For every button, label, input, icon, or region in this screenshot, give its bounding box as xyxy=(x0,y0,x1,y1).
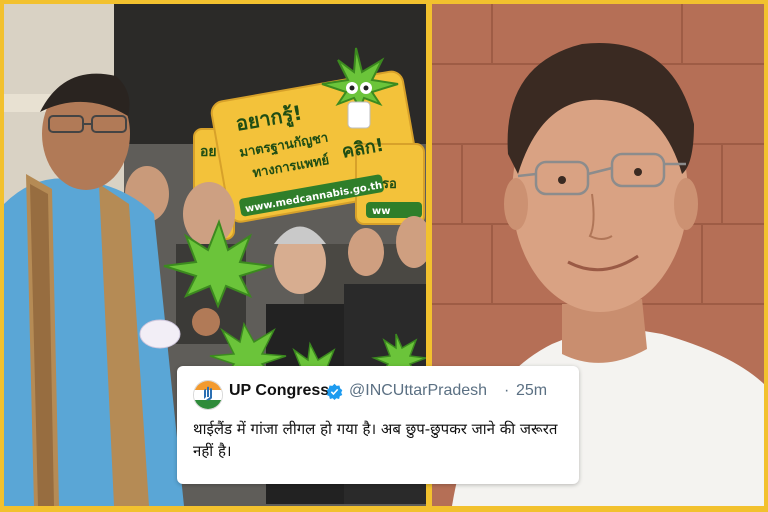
sign-fragment-right: รอ xyxy=(382,177,397,192)
tweet-timestamp[interactable]: 25m xyxy=(516,382,547,400)
tweet-author-name[interactable]: UP Congress xyxy=(229,382,329,400)
congress-logo-icon xyxy=(194,381,222,409)
sign-fragment-top: อย xyxy=(200,144,217,160)
tweet-text: थाईलैंड में गांजा लीगल हो गया है। अब छुप… xyxy=(193,420,558,460)
tweet-card[interactable]: UP Congress @INCUttarPradesh · 25m थाईलै… xyxy=(177,366,579,484)
tweet-separator: · xyxy=(504,382,510,399)
sign-fragment-bottom: ww xyxy=(372,206,390,217)
tweet-handle[interactable]: @INCUttarPradesh xyxy=(349,382,487,400)
congress-logo-avatar[interactable] xyxy=(193,380,223,410)
verified-badge-icon xyxy=(326,383,343,400)
